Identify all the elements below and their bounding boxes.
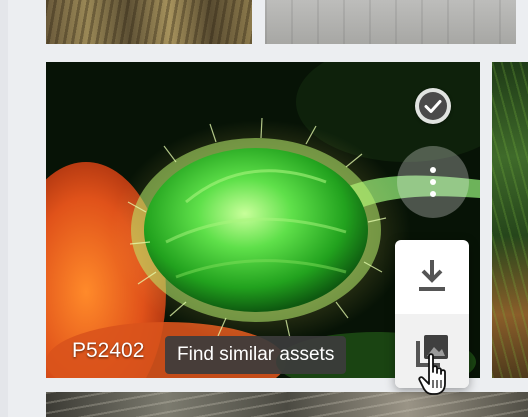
more-vertical-icon xyxy=(430,167,436,197)
asset-thumbnail-gray[interactable] xyxy=(265,0,516,44)
asset-name-label: P52402 xyxy=(72,339,145,362)
asset-thumbnail-green[interactable] xyxy=(492,62,528,378)
download-button[interactable] xyxy=(395,240,469,314)
download-icon xyxy=(419,260,445,291)
select-asset-button[interactable] xyxy=(415,88,451,124)
asset-thumbnail-grass[interactable] xyxy=(46,0,252,44)
side-rail xyxy=(0,0,8,417)
more-actions-button[interactable] xyxy=(397,146,469,218)
find-similar-tooltip: Find similar assets xyxy=(165,336,347,374)
hand-pointer-cursor-icon xyxy=(418,353,446,395)
asset-thumbnail-rocks[interactable] xyxy=(46,392,528,417)
asset-grid: P52402 Find similar assets xyxy=(0,0,528,417)
check-circle-icon xyxy=(419,92,447,120)
